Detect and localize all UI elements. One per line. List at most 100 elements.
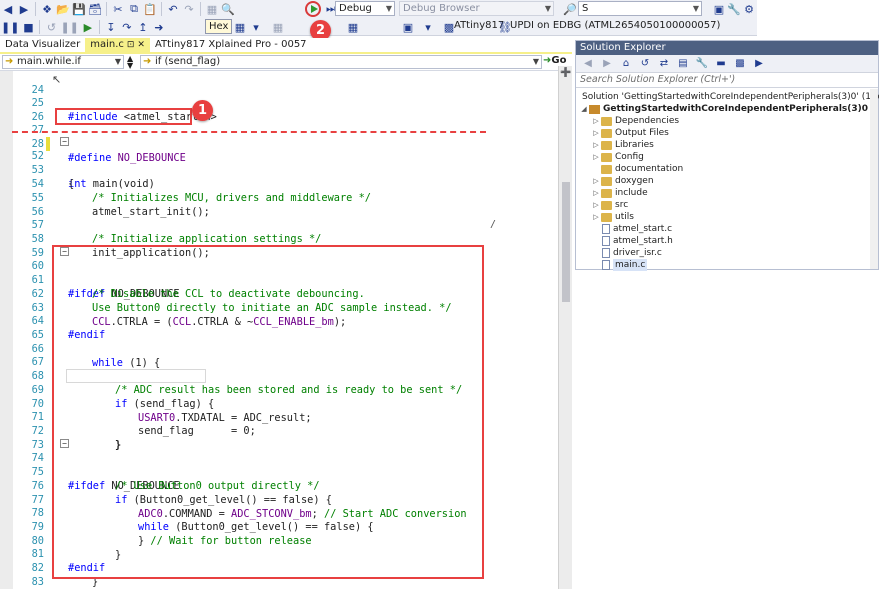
expand-icon[interactable]: ◢ (580, 103, 588, 115)
platform-select[interactable]: Debug Browser ▼ (399, 1, 554, 16)
tree-item-utils[interactable]: ▷ utils (576, 211, 878, 223)
updown-arrows-icon[interactable]: ▲ ▼ (127, 55, 133, 70)
io-view-icon[interactable]: ▦ (346, 19, 360, 35)
tree-item-doxygen[interactable]: ▷ doxygen (576, 175, 878, 187)
macro-name: NO_DEBOUNCE (111, 152, 186, 164)
member-select[interactable]: ➜ if (send_flag) ▼ (140, 55, 542, 69)
tree-item-atmel-start-c[interactable]: atmel_start.c (576, 223, 878, 235)
preview-icon[interactable]: ▶ (752, 56, 766, 72)
back-icon[interactable]: ◀ (1, 1, 15, 17)
cut-icon[interactable]: ✂ (111, 1, 125, 17)
code-line: 24 (0, 69, 44, 96)
scope-select[interactable]: ➜ main.while.if ▼ (2, 55, 124, 69)
folder-icon (601, 200, 612, 210)
view-icon[interactable]: ▩ (733, 56, 747, 72)
expand-icon[interactable]: ▷ (592, 199, 600, 211)
expand-icon[interactable]: ▷ (592, 115, 600, 127)
split-view-icon[interactable]: ➕ (560, 68, 571, 78)
new-project-icon[interactable]: ❖ (40, 1, 54, 17)
chip-icon: ▣ (402, 20, 414, 34)
code-editor[interactable]: 24 ↖ 25 #include <atmel_start.h> 26 27 #… (0, 71, 572, 589)
tree-item-libraries[interactable]: ▷ Libraries (576, 139, 878, 151)
pause-icon[interactable]: ❚❚ (60, 19, 78, 35)
tree-item-output-files[interactable]: ▷ Output Files (576, 127, 878, 139)
chevron-down-icon[interactable]: ▾ (421, 19, 435, 35)
wrench-icon[interactable]: 🔧 (727, 1, 741, 17)
build-icon[interactable]: ▦ (205, 1, 219, 17)
redo-icon[interactable]: ↷ (182, 1, 196, 17)
step-out-icon[interactable]: ↥ (136, 19, 150, 35)
collapse-icon[interactable]: − (60, 137, 69, 146)
tree-item-driver-isr-c[interactable]: driver_isr.c (576, 247, 878, 259)
expand-icon[interactable]: ▷ (592, 211, 600, 223)
step-over-icon[interactable]: ↷ (120, 19, 134, 35)
open-file-icon[interactable]: 📂 (56, 1, 70, 17)
restart-icon[interactable]: ↺ (44, 19, 58, 35)
solution-search-input[interactable]: Search Solution Explorer (Ctrl+') (576, 72, 878, 88)
collapse-all-icon[interactable]: ▤ (676, 56, 690, 72)
memory-icon[interactable]: ▦ (271, 19, 285, 35)
scrollbar-thumb[interactable] (562, 182, 570, 302)
undo-icon[interactable]: ↶ (166, 1, 180, 17)
pin-icon[interactable]: ⊡ (127, 38, 135, 52)
code-line: 84 (0, 575, 25, 589)
tab-data-visualizer[interactable]: Data Visualizer (0, 38, 85, 52)
forward-icon[interactable]: ▶ (17, 1, 31, 17)
save-icon[interactable]: 💾 (72, 1, 86, 17)
continue-icon[interactable]: ▶ (81, 19, 95, 35)
expand-icon[interactable]: ▷ (592, 187, 600, 199)
highlight-box-define (55, 108, 192, 125)
tree-label: Config (615, 152, 644, 162)
tree-item-config[interactable]: ▷ Config (576, 151, 878, 163)
expand-icon[interactable]: ▷ (592, 139, 600, 151)
tab-device-programming[interactable]: ATtiny817 Xplained Pro - 0057 (150, 38, 312, 52)
stop-icon[interactable]: ■ (21, 19, 35, 35)
find-combo[interactable]: S ▼ (578, 1, 702, 16)
back-icon[interactable]: ◀ (581, 56, 595, 72)
code-text: { (68, 178, 75, 190)
start-debugging-button[interactable] (305, 1, 321, 17)
device-label[interactable]: ATtiny817 (454, 20, 504, 31)
show-all-icon[interactable]: ▬ (714, 56, 728, 72)
expand-icon[interactable]: ▷ (592, 175, 600, 187)
go-button[interactable]: ➜Go (543, 55, 566, 66)
expand-icon[interactable]: ▷ (592, 127, 600, 139)
close-icon[interactable]: ✕ (137, 38, 145, 52)
code-line: 56 (0, 191, 44, 218)
editor-scrollbar[interactable] (558, 66, 572, 589)
tool-label[interactable]: UPDI on EDBG (ATML2654050100000057) (510, 20, 720, 31)
expand-icon[interactable]: ▷ (592, 151, 600, 163)
home-icon[interactable]: ⌂ (619, 56, 633, 72)
run-to-cursor-icon[interactable]: ➜ (152, 19, 166, 35)
tree-item-atmel-start-h[interactable]: atmel_start.h (576, 235, 878, 247)
break-all-icon[interactable]: ❚❚ (1, 19, 19, 35)
save-all-icon[interactable]: 🗃 (88, 1, 102, 17)
tree-solution-root[interactable]: Solution 'GettingStartedwithCoreIndepend… (576, 91, 879, 103)
hex-display-button[interactable]: Hex (205, 19, 233, 34)
sync-icon[interactable]: ⇄ (657, 56, 671, 72)
settings-icon[interactable]: ⚙ (742, 1, 756, 17)
configuration-select[interactable]: Debug ▼ (335, 1, 395, 16)
find-icon[interactable]: 🔍 (221, 1, 235, 17)
forward-icon[interactable]: ▶ (600, 56, 614, 72)
copy-icon[interactable]: ⧉ (127, 1, 141, 17)
tree-item-include[interactable]: ▷ include (576, 187, 878, 199)
solution-explorer-scrollbar[interactable] (870, 89, 878, 269)
tree-item-main-c[interactable]: main.c (576, 259, 878, 271)
windows-icon[interactable]: ▦ (233, 19, 247, 35)
solution-explorer-toolbar-icon[interactable]: ▣ (712, 1, 726, 17)
tree-project[interactable]: ◢ GettingStartedwithCoreIndependentPerip… (576, 103, 878, 115)
step-into-icon[interactable]: ↧ (104, 19, 118, 35)
history-icon[interactable]: ↺ (638, 56, 652, 72)
tree-item-documentation[interactable]: documentation (576, 163, 878, 175)
find-in-files-icon[interactable]: 🔎 (563, 1, 577, 17)
tree-item-dependencies[interactable]: ▷ Dependencies (576, 115, 878, 127)
chevron-down-icon[interactable]: ▾ (249, 19, 263, 35)
tab-main-c[interactable]: main.c ⊡ ✕ (85, 38, 150, 52)
file-icon (602, 260, 610, 270)
code-line: 81 #endif (0, 533, 106, 574)
wrench-icon[interactable]: 🔧 (695, 56, 709, 72)
tree-item-src[interactable]: ▷ src (576, 199, 878, 211)
paste-icon[interactable]: 📋 (143, 1, 157, 17)
tab-label: ATtiny817 Xplained Pro - 0057 (154, 39, 307, 50)
